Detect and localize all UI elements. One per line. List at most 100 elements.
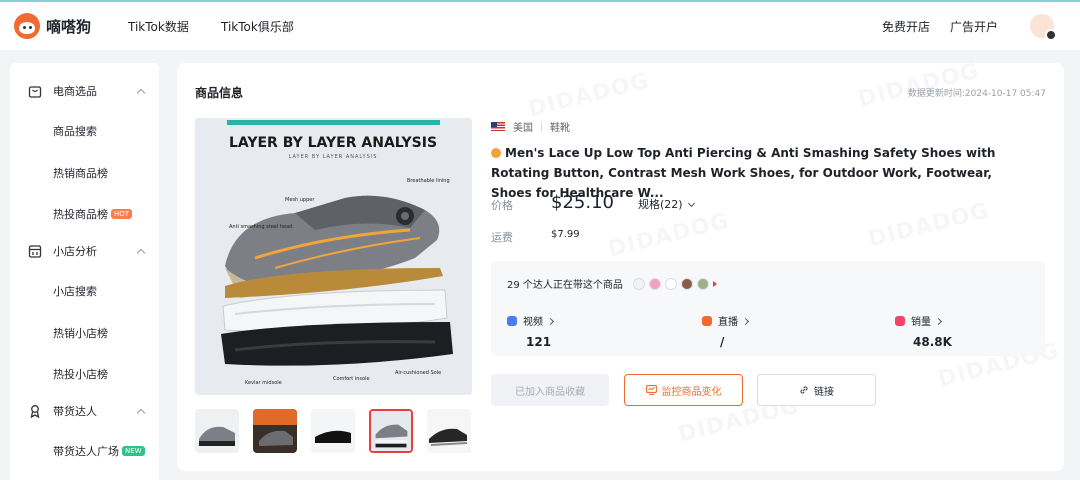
sales-icon	[895, 316, 905, 326]
spec-label: 规格(22)	[638, 198, 683, 211]
thumbnail-image	[195, 409, 239, 453]
image-callout: Anti smashing steel head	[229, 224, 292, 230]
product-panel: DIDADOG DIDADOG DIDADOG DIDADOG DIDADOG …	[177, 63, 1064, 471]
nav-tiktok-club[interactable]: TikTok俱乐部	[221, 18, 294, 35]
divider	[541, 121, 542, 132]
chevron-right-icon	[546, 317, 555, 326]
influencer-avatar	[648, 277, 661, 290]
image-callout: Comfort insole	[333, 376, 370, 382]
influencer-avatar	[696, 277, 709, 290]
shoe-illustration: LAYER BY LAYER ANALYSIS LAYER BY LAYER A…	[195, 118, 472, 395]
sidebar-group-ecommerce[interactable]: 电商选品	[10, 78, 159, 104]
sidebar-item-product-search[interactable]: 商品搜索	[53, 123, 97, 139]
sidebar-group-label: 带货达人	[53, 405, 97, 418]
watermark: DIDADOG	[526, 68, 652, 122]
brand-name: 嘀嗒狗	[46, 17, 92, 36]
shipping-label: 运费	[491, 231, 513, 244]
sidebar-group-influencer[interactable]: 带货达人	[10, 398, 159, 424]
logo[interactable]: 嘀嗒狗	[14, 13, 91, 39]
spec-dropdown[interactable]: 规格(22)	[638, 196, 695, 212]
link-icon	[800, 386, 808, 394]
price-label: 价格	[491, 199, 513, 212]
product-category: 鞋靴	[550, 123, 570, 134]
update-time: 数据更新时间:2024-10-17 05:47	[907, 89, 1046, 99]
product-thumbnail[interactable]	[195, 409, 239, 453]
sidebar-item-influencer-square[interactable]: 带货达人广场 NEW	[53, 443, 145, 459]
monitor-changes-button[interactable]: 监控商品变化	[624, 374, 743, 406]
stat-label: 视频	[523, 317, 543, 328]
play-more-icon	[712, 280, 717, 287]
stat-value: 121	[526, 335, 552, 349]
shop-icon	[28, 245, 42, 258]
stat-label: 销量	[911, 317, 931, 328]
stat-video[interactable]: 视频	[507, 313, 555, 328]
product-thumbnail[interactable]	[311, 409, 355, 453]
chevron-right-icon	[934, 317, 943, 326]
shopping-bag-icon	[28, 86, 42, 98]
sidebar-item-hot-ads[interactable]: 热投商品榜 HOT	[53, 206, 133, 222]
sidebar: 电商选品 商品搜索 热销商品榜 热投商品榜 HOT 小店分析 小店搜索 热销小店榜…	[10, 63, 159, 480]
image-callout: Air-cushioned Sole	[395, 370, 441, 376]
new-badge: NEW	[122, 446, 145, 456]
thumbnail-image	[427, 409, 471, 453]
chevron-right-icon	[741, 317, 750, 326]
thumbnail-image	[371, 411, 411, 451]
product-country: 美国	[513, 123, 533, 134]
product-thumbnail[interactable]	[427, 409, 471, 453]
sidebar-item-label: 热投商品榜	[53, 208, 108, 221]
stat-sales[interactable]: 销量	[895, 313, 943, 328]
watermark: DIDADOG	[866, 198, 992, 252]
nav-ad-account[interactable]: 广告开户	[950, 18, 998, 35]
chevron-up-icon	[136, 248, 146, 258]
sidebar-item-hot-shops[interactable]: 热销小店榜	[53, 325, 108, 341]
sidebar-item-shop-search[interactable]: 小店搜索	[53, 283, 97, 299]
us-flag-icon	[491, 122, 505, 131]
button-label: 监控商品变化	[661, 386, 722, 398]
image-callout: Mesh upper	[285, 197, 315, 203]
shipping-fee: $7.99	[551, 229, 580, 240]
live-icon	[702, 316, 712, 326]
top-bar: 嘀嗒狗 TikTok数据 TikTok俱乐部 免费开店 广告开户	[0, 0, 1080, 50]
product-meta: 美国 鞋靴	[491, 119, 570, 134]
sidebar-group-shop[interactable]: 小店分析	[10, 238, 159, 264]
thumbnail-image	[311, 409, 355, 453]
nav-free-store[interactable]: 免费开店	[882, 18, 930, 35]
video-icon	[507, 316, 517, 326]
avatar[interactable]	[1030, 14, 1057, 41]
product-thumbnail-active[interactable]	[369, 409, 413, 453]
monitor-icon	[645, 385, 657, 395]
influencer-icon	[30, 405, 40, 418]
sidebar-item-hot-ad-shops[interactable]: 热投小店榜	[53, 366, 108, 382]
button-label: 已加入商品收藏	[515, 386, 585, 398]
sidebar-group-label: 小店分析	[53, 245, 97, 258]
hot-badge: HOT	[111, 209, 133, 219]
chevron-up-icon	[136, 88, 146, 98]
link-button[interactable]: 链接	[757, 374, 876, 406]
stat-label: 直播	[718, 317, 738, 328]
coin-icon	[491, 148, 501, 158]
section-title: 商品信息	[195, 86, 244, 100]
product-main-image[interactable]: LAYER BY LAYER ANALYSIS LAYER BY LAYER A…	[195, 118, 472, 395]
image-callout: Kevlar midsole	[245, 380, 282, 386]
influencer-avatar	[632, 277, 645, 290]
stat-value: /	[720, 335, 725, 349]
product-thumbnail[interactable]	[253, 409, 297, 453]
influencer-row[interactable]: 29 个达人正在带这个商品	[507, 276, 717, 291]
product-price: $25.10	[551, 192, 614, 213]
influencer-avatar	[680, 277, 693, 290]
stat-value: 48.8K	[913, 335, 952, 349]
influencer-count: 29 个达人正在带这个商品	[507, 280, 623, 291]
sidebar-item-hot-products[interactable]: 热销商品榜	[53, 165, 108, 181]
dog-logo-icon	[14, 13, 40, 39]
sidebar-group-label: 电商选品	[53, 85, 97, 98]
nav-tiktok-data[interactable]: TikTok数据	[128, 18, 189, 35]
sidebar-item-label: 带货达人广场	[53, 445, 119, 458]
avatar-status-icon	[1045, 29, 1057, 41]
stat-live[interactable]: 直播	[702, 313, 750, 328]
influencer-avatar	[664, 277, 677, 290]
chevron-down-icon	[687, 199, 695, 208]
chevron-up-icon	[136, 408, 146, 418]
image-callout: Breathable lining	[407, 178, 450, 184]
added-to-favorites-button[interactable]: 已加入商品收藏	[491, 374, 609, 406]
button-label: 链接	[814, 386, 834, 398]
